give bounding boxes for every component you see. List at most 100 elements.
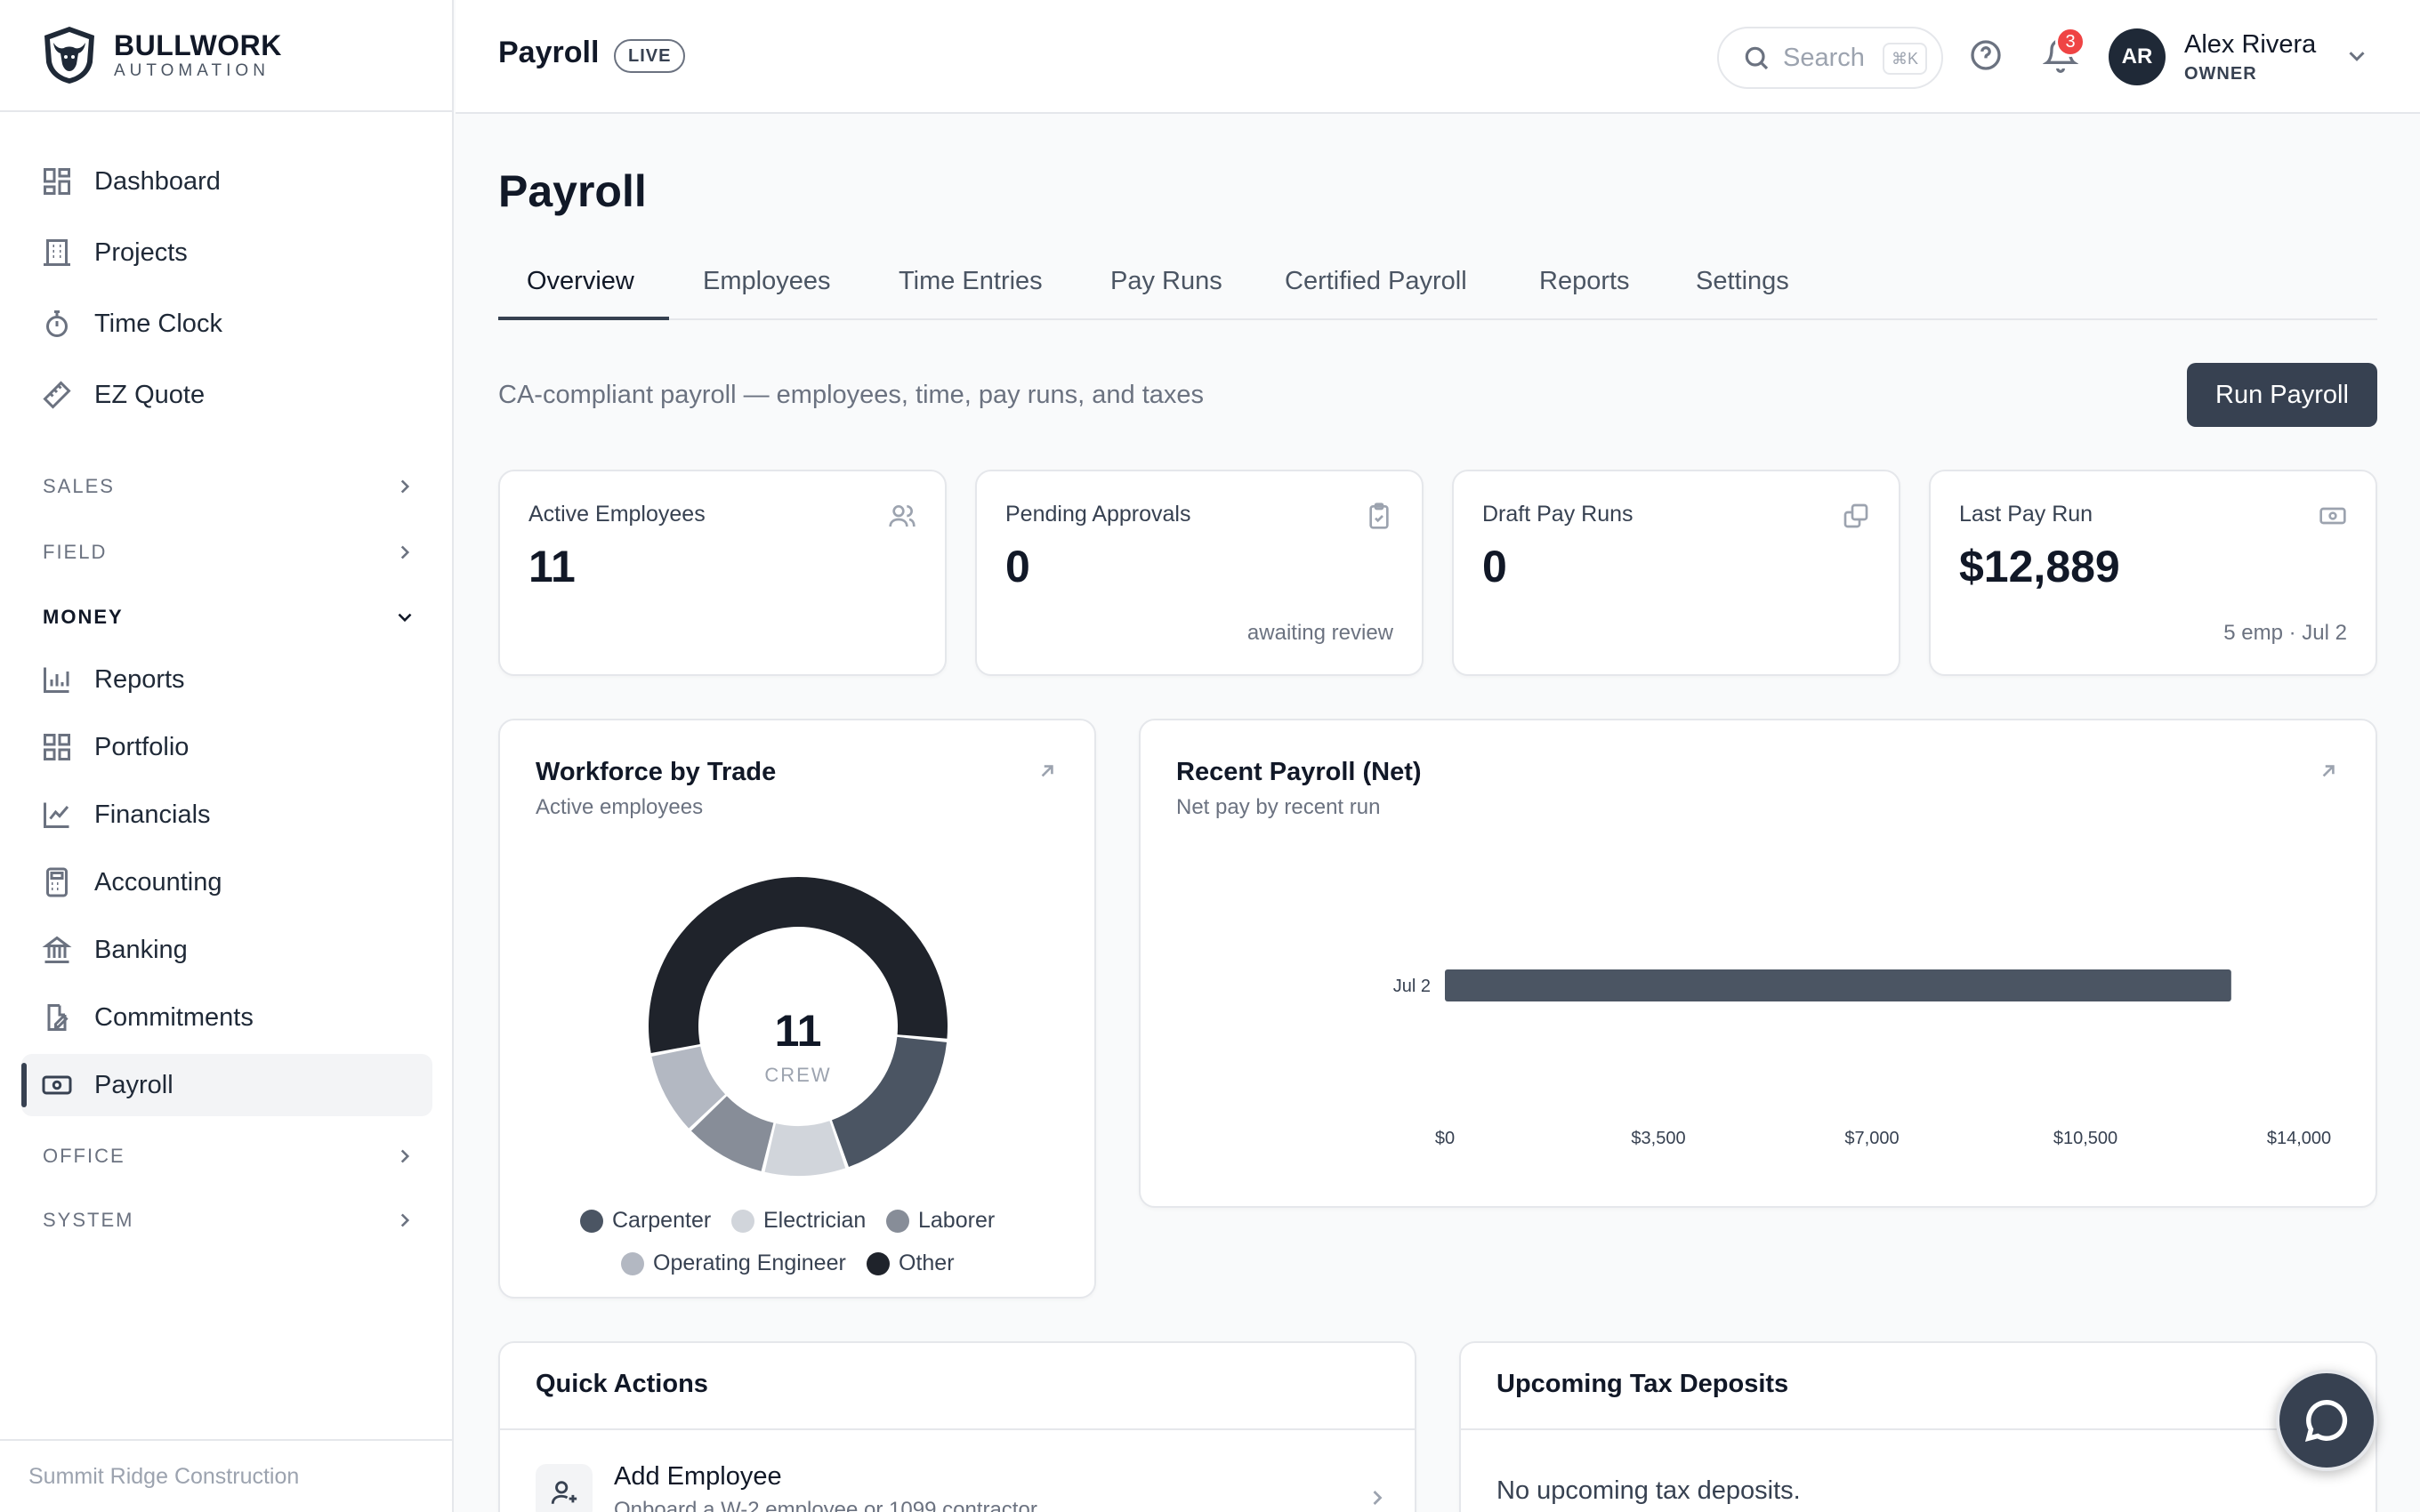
donut-center-value: 11 [774, 1006, 822, 1056]
stat-label: Last Pay Run [1959, 502, 2093, 527]
sidebar-item-label: Banking [94, 935, 188, 964]
avatar[interactable]: AR [2109, 28, 2166, 85]
banknote-icon [42, 1075, 72, 1095]
x-tick-label: $3,500 [1631, 1129, 1685, 1148]
search-input[interactable]: Search ⌘K [1717, 27, 1943, 89]
sidebar-item-portfolio[interactable]: Portfolio [21, 716, 432, 778]
sidebar-item-label: Time Clock [94, 309, 222, 338]
tab-time-entries[interactable]: Time Entries [899, 260, 1043, 320]
sidebar-item-ez-quote[interactable]: EZ Quote [21, 364, 432, 426]
stat-card-draft-pay-runs[interactable]: Draft Pay Runs 0 [1452, 470, 1900, 676]
sidebar-item-projects[interactable]: Projects [21, 221, 432, 284]
bar-chart: Jul 2 $0 $3,500 $7,000 $10,500 $14,000 [1393, 969, 2331, 1148]
sidebar-section-money[interactable]: MONEY [43, 599, 416, 635]
tabs: Overview Employees Time Entries Pay Runs… [498, 260, 2377, 320]
chevron-down-icon [398, 613, 412, 623]
action-description: Onboard a W-2 employee or 1099 contracto… [614, 1498, 1037, 1512]
tab-reports[interactable]: Reports [1539, 260, 1630, 320]
page-subtitle: CA-compliant payroll — employees, time, … [498, 381, 1205, 409]
x-tick-label: $10,500 [2053, 1129, 2118, 1148]
brand-subtitle: AUTOMATION [114, 61, 270, 80]
chevron-right-icon [400, 545, 410, 559]
sidebar-item-payroll[interactable]: Payroll [21, 1054, 432, 1116]
topbar: Payroll LIVE Search ⌘K 3 AR Alex Rivera … [456, 0, 2420, 114]
sidebar-section-system[interactable]: SYSTEM [43, 1202, 416, 1238]
clipboard-check-icon [1369, 503, 1389, 529]
document-edit-icon [47, 1004, 69, 1031]
tab-settings[interactable]: Settings [1696, 260, 1789, 320]
legend-label: Laborer [918, 1208, 996, 1233]
sidebar: BULLWORK AUTOMATION Dashboard Projects T… [0, 0, 454, 1512]
sidebar-section-field[interactable]: FIELD [43, 535, 416, 570]
y-tick-label: Jul 2 [1393, 977, 1431, 996]
legend-item-carpenter: Carpenter [580, 1208, 711, 1234]
section-label: OFFICE [43, 1145, 125, 1167]
donut-slice-electrician[interactable] [764, 1121, 846, 1176]
search-shortcut: ⌘K [1882, 43, 1927, 75]
add-employee-action[interactable]: Add Employee Onboard a W-2 employee or 1… [536, 1453, 1390, 1512]
page-title: Payroll [498, 166, 647, 216]
chevron-down-icon[interactable] [2343, 43, 2370, 69]
legend-swatch [867, 1251, 890, 1275]
stat-card-last-pay-run[interactable]: Last Pay Run $12,889 5 emp · Jul 2 [1929, 470, 2377, 676]
notification-count-badge: 3 [2055, 27, 2085, 57]
sidebar-item-label: Payroll [94, 1070, 173, 1099]
sidebar-item-label: Projects [94, 237, 188, 267]
stat-value: 0 [1482, 542, 1507, 591]
tab-certified-payroll[interactable]: Certified Payroll [1285, 260, 1467, 320]
sidebar-item-label: Dashboard [94, 166, 221, 196]
legend-item-electrician: Electrician [731, 1208, 866, 1234]
legend-label: Operating Engineer [653, 1251, 846, 1275]
sidebar-item-time-clock[interactable]: Time Clock [21, 293, 432, 355]
search-placeholder: Search [1783, 43, 1865, 72]
chevron-right-icon [400, 1213, 410, 1227]
live-badge: LIVE [614, 39, 686, 73]
legend-item-other: Other [867, 1251, 955, 1276]
panel-title: Quick Actions [536, 1370, 708, 1398]
bar-jul-2[interactable] [1445, 969, 2231, 1001]
sidebar-item-reports[interactable]: Reports [21, 648, 432, 711]
tab-overview[interactable]: Overview [498, 260, 669, 320]
stat-label: Pending Approvals [1005, 502, 1191, 527]
sidebar-item-financials[interactable]: Financials [21, 784, 432, 846]
ruler-icon [43, 381, 71, 409]
tab-employees[interactable]: Employees [703, 260, 830, 320]
sidebar-item-label: Accounting [94, 867, 222, 897]
section-label: MONEY [43, 606, 124, 628]
tab-pay-runs[interactable]: Pay Runs [1110, 260, 1222, 320]
chat-button[interactable] [2276, 1370, 2377, 1471]
section-label: SALES [43, 475, 115, 497]
sidebar-section-sales[interactable]: SALES [43, 469, 416, 504]
stat-card-pending-approvals[interactable]: Pending Approvals 0 awaiting review [975, 470, 1424, 676]
bull-shield-logo-icon [44, 27, 94, 84]
help-button[interactable] [1966, 36, 2005, 75]
sidebar-item-commitments[interactable]: Commitments [21, 986, 432, 1049]
sidebar-item-dashboard[interactable]: Dashboard [21, 150, 432, 213]
stat-value: $12,889 [1959, 542, 2120, 591]
line-chart-icon [44, 802, 69, 828]
sidebar-item-label: Commitments [94, 1002, 254, 1032]
run-payroll-button[interactable]: Run Payroll [2187, 363, 2377, 427]
calculator-icon [46, 867, 68, 897]
user-name[interactable]: Alex Rivera [2184, 30, 2316, 60]
sidebar-section-office[interactable]: OFFICE [43, 1138, 416, 1174]
recent-payroll-card: Recent Payroll (Net) Net pay by recent r… [1139, 719, 2377, 1208]
user-plus-icon [536, 1464, 593, 1512]
brand[interactable]: BULLWORK AUTOMATION [0, 0, 452, 112]
sidebar-item-accounting[interactable]: Accounting [21, 851, 432, 913]
legend-swatch [731, 1209, 754, 1233]
stat-card-active-employees[interactable]: Active Employees 11 [498, 470, 947, 676]
legend-swatch [886, 1209, 909, 1233]
stat-note: awaiting review [1246, 621, 1393, 645]
legend-swatch [621, 1251, 644, 1275]
sidebar-item-banking[interactable]: Banking [21, 919, 432, 981]
search-icon [1745, 46, 1769, 70]
divider [500, 1428, 1415, 1430]
x-tick-label: $7,000 [1844, 1129, 1899, 1148]
legend-item-laborer: Laborer [886, 1208, 995, 1234]
building-icon [44, 239, 70, 266]
section-label: SYSTEM [43, 1209, 134, 1231]
action-title: Add Employee [614, 1462, 782, 1491]
bank-icon [42, 936, 72, 963]
x-tick-label: $14,000 [2267, 1129, 2331, 1148]
